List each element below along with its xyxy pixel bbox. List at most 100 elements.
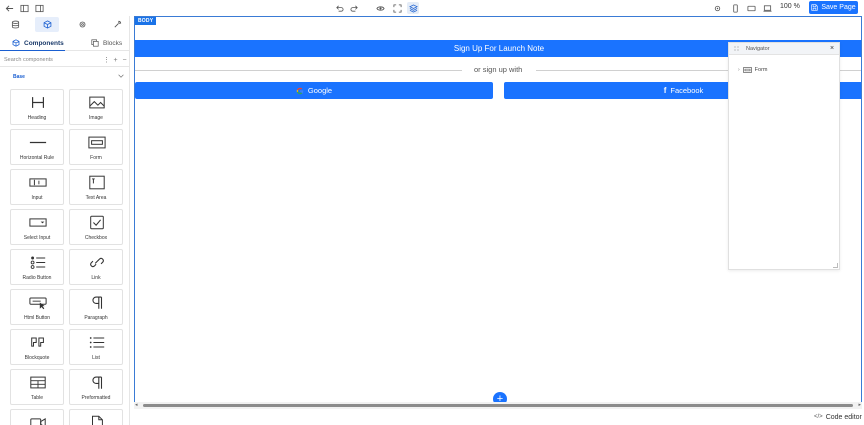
component-select-input[interactable]: Select Input bbox=[10, 209, 64, 245]
facebook-icon: f bbox=[663, 86, 667, 95]
separator-text: or sign up with bbox=[474, 65, 523, 74]
component-label: Paragraph bbox=[84, 315, 108, 321]
drag-handle-icon[interactable] bbox=[734, 46, 740, 52]
components-cube-icon[interactable] bbox=[35, 17, 59, 32]
component-file[interactable] bbox=[69, 409, 123, 425]
component-html-button[interactable]: Html Button bbox=[10, 289, 64, 325]
left-panel-icon-bar bbox=[0, 16, 129, 33]
checkbox-icon bbox=[87, 214, 107, 230]
component-label: Heading bbox=[27, 115, 47, 121]
close-icon[interactable]: × bbox=[830, 45, 834, 52]
component-label: Text Area bbox=[85, 195, 107, 201]
list-icon bbox=[87, 334, 107, 350]
collapse-icon[interactable]: − bbox=[120, 55, 129, 65]
component-paragraph[interactable]: Paragraph bbox=[69, 289, 123, 325]
cube-icon bbox=[12, 39, 20, 47]
active-tab-indicator bbox=[0, 50, 65, 51]
wrench-icon[interactable] bbox=[105, 17, 129, 32]
text-area-icon bbox=[87, 174, 107, 190]
zoom-level[interactable]: 100 % bbox=[780, 3, 800, 10]
save-page-button[interactable]: Save Page bbox=[809, 1, 858, 14]
navigator-item-label: Form bbox=[754, 67, 768, 73]
database-icon[interactable] bbox=[3, 17, 27, 32]
layers-icon[interactable] bbox=[407, 2, 419, 14]
component-radio-button[interactable]: Radio Button bbox=[10, 249, 64, 285]
component-checkbox[interactable]: Checkbox bbox=[69, 209, 123, 245]
scrollbar-thumb[interactable] bbox=[143, 404, 853, 407]
component-list[interactable]: List bbox=[69, 329, 123, 365]
add-icon[interactable]: + bbox=[111, 55, 120, 65]
desktop-device-icon[interactable] bbox=[761, 2, 773, 14]
tab-blocks[interactable]: Blocks bbox=[91, 35, 122, 51]
table-icon bbox=[28, 374, 48, 390]
image-icon bbox=[87, 94, 107, 110]
component-input[interactable]: Input bbox=[10, 169, 64, 205]
settings-gear-icon[interactable] bbox=[70, 17, 94, 32]
component-image[interactable]: Image bbox=[69, 89, 123, 125]
editor-canvas[interactable]: BODY Sign Up For Launch Note or sign up … bbox=[134, 16, 862, 408]
component-video[interactable] bbox=[10, 409, 64, 425]
settings-gear-icon[interactable] bbox=[711, 2, 723, 14]
google-icon bbox=[296, 87, 304, 94]
tab-blocks-label: Blocks bbox=[103, 39, 123, 47]
component-label: Horizontal Rule bbox=[19, 155, 55, 161]
navigator-header[interactable]: Navigator × bbox=[729, 43, 839, 55]
signup-button-label: Sign Up For Launch Note bbox=[453, 44, 545, 53]
radio-button-icon bbox=[28, 254, 48, 270]
chevron-down-icon bbox=[118, 74, 124, 78]
component-preformatted[interactable]: Preformatted bbox=[69, 369, 123, 405]
component-label: List bbox=[92, 355, 100, 361]
search-components-input[interactable] bbox=[4, 55, 99, 65]
code-editor-button[interactable]: </> Code editor bbox=[814, 411, 862, 423]
tablet-device-icon[interactable] bbox=[745, 2, 757, 14]
navigator-item-form[interactable]: › Form bbox=[738, 65, 768, 75]
component-heading[interactable]: Heading bbox=[10, 89, 64, 125]
chevron-right-icon[interactable]: › bbox=[738, 67, 740, 73]
separator-line-left bbox=[135, 70, 462, 71]
tab-components-label: Components bbox=[24, 39, 64, 47]
html-button-icon bbox=[28, 294, 48, 310]
preview-eye-icon[interactable] bbox=[374, 2, 386, 14]
component-form[interactable]: Form bbox=[69, 129, 123, 165]
fullscreen-icon[interactable] bbox=[391, 2, 403, 14]
undo-icon[interactable] bbox=[333, 2, 345, 14]
section-base-header[interactable]: Base bbox=[0, 71, 129, 83]
component-search-bar: ⋮ + − bbox=[0, 53, 129, 67]
more-options-icon[interactable]: ⋮ bbox=[102, 55, 111, 65]
back-arrow-icon[interactable] bbox=[3, 2, 15, 14]
resize-handle[interactable] bbox=[833, 263, 838, 268]
blockquote-icon bbox=[28, 334, 48, 350]
tab-components[interactable]: Components bbox=[12, 35, 64, 51]
form-icon bbox=[87, 134, 107, 150]
navigator-panel: Navigator × › Form bbox=[728, 42, 840, 270]
input-icon bbox=[28, 174, 48, 190]
redo-icon[interactable] bbox=[348, 2, 360, 14]
left-panel-toggle-icon[interactable] bbox=[18, 2, 30, 14]
file-icon bbox=[87, 414, 107, 425]
component-label: Table bbox=[31, 395, 43, 401]
component-table[interactable]: Table bbox=[10, 369, 64, 405]
component-text-area[interactable]: Text Area bbox=[69, 169, 123, 205]
component-label: Checkbox bbox=[84, 235, 108, 241]
component-link[interactable]: Link bbox=[69, 249, 123, 285]
component-label: Radio Button bbox=[22, 275, 52, 281]
link-icon bbox=[87, 254, 107, 270]
mobile-device-icon[interactable] bbox=[729, 2, 741, 14]
component-label: Form bbox=[90, 155, 102, 161]
component-blockquote[interactable]: Blockquote bbox=[10, 329, 64, 365]
left-panel-tabs: Components Blocks bbox=[0, 35, 129, 51]
horizontal-scrollbar[interactable]: ◂ ▸ bbox=[134, 402, 862, 409]
navigator-title: Navigator bbox=[746, 46, 770, 52]
section-base-label: Base bbox=[13, 74, 25, 80]
horizontal-rule-icon bbox=[28, 134, 48, 150]
scroll-left-arrow-icon[interactable]: ◂ bbox=[135, 402, 138, 408]
component-label: Blockquote bbox=[24, 355, 50, 361]
component-label: Select Input bbox=[23, 235, 51, 241]
google-button[interactable]: Google bbox=[135, 82, 493, 99]
component-horizontal-rule[interactable]: Horizontal Rule bbox=[10, 129, 64, 165]
top-toolbar: 100 % Save Page bbox=[0, 0, 864, 16]
right-panel-toggle-icon[interactable] bbox=[33, 2, 45, 14]
scroll-right-arrow-icon[interactable]: ▸ bbox=[858, 402, 861, 408]
code-icon: </> bbox=[814, 414, 823, 420]
code-editor-label: Code editor bbox=[825, 413, 862, 421]
